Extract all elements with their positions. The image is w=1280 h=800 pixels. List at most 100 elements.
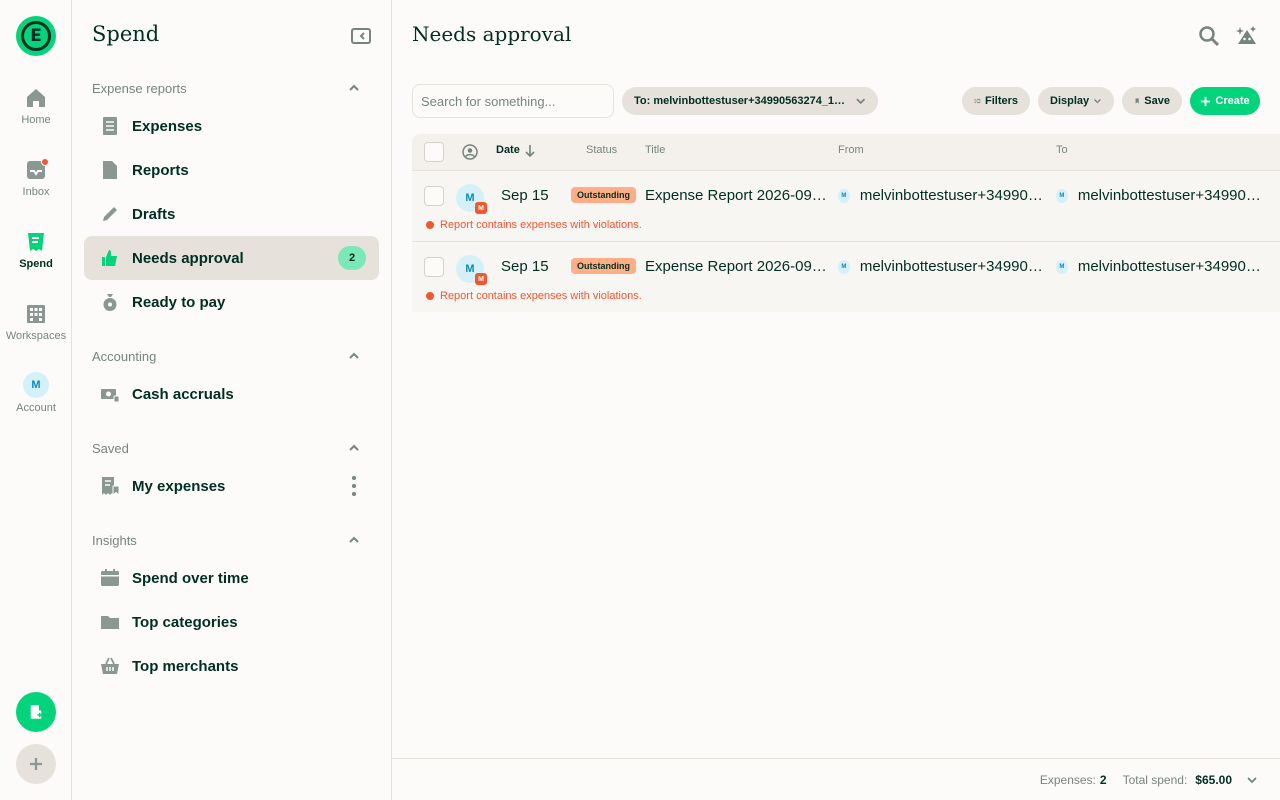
section-expense-reports[interactable]: Expense reports <box>92 78 360 98</box>
save-label: Save <box>1144 95 1170 107</box>
create-label: Create <box>1215 95 1250 107</box>
avatar-initial: M <box>465 192 475 204</box>
arrow-down-icon <box>525 145 535 158</box>
receipt-icon <box>28 233 44 251</box>
search-input[interactable] <box>412 84 614 118</box>
to-avatar: M <box>1056 188 1068 203</box>
display-dropdown[interactable]: Display <box>1038 87 1114 115</box>
table-row[interactable]: M M Sep 15 Outstanding Expense Report 20… <box>412 170 1280 241</box>
from-avatar: M <box>838 259 850 274</box>
section-insights[interactable]: Insights <box>92 530 360 550</box>
cell-title: Expense Report 2026-09-15 <box>645 258 827 275</box>
home-icon <box>27 89 45 107</box>
sidebar-item-label: Top categories <box>132 613 238 631</box>
table-header: Date Status Title From To <box>412 134 1280 170</box>
row-checkbox[interactable] <box>424 257 444 277</box>
sidebar-item-label: Drafts <box>132 205 176 223</box>
rail-label-spend: Spend <box>19 258 53 270</box>
from-name: melvinbottestuser+34990563274 <box>859 258 1044 275</box>
sidebar-item-cash-accruals[interactable]: Cash accruals <box>84 372 379 416</box>
sidebar-item-needs-approval[interactable]: Needs approval 2 <box>84 236 379 280</box>
left-rail: E Home Inbox Spend Workspaces M Account <box>0 0 72 800</box>
sidebar-item-top-merchants[interactable]: Top merchants <box>84 644 379 688</box>
sidebar-item-my-expenses[interactable]: My expenses <box>84 464 379 508</box>
sidebar-item-spend-over-time[interactable]: Spend over time <box>84 556 379 600</box>
chevron-down-icon[interactable] <box>1246 774 1258 786</box>
filters-label: Filters <box>984 95 1018 107</box>
section-title: Accounting <box>92 348 157 364</box>
rail-item-workspaces[interactable]: Workspaces <box>0 302 72 366</box>
new-expense-button[interactable] <box>16 692 56 732</box>
cell-to: M melvinbottestuser+34990563274 <box>1056 187 1262 204</box>
error-dot-icon <box>426 221 434 229</box>
violation-text: Report contains expenses with violations… <box>440 219 642 231</box>
sidebar-item-reports[interactable]: Reports <box>84 148 379 192</box>
plus-icon <box>30 758 42 770</box>
display-label: Display <box>1050 95 1090 107</box>
quick-action-button[interactable] <box>16 744 56 784</box>
section-accounting[interactable]: Accounting <box>92 346 360 366</box>
total-spend-value: $65.00 <box>1195 772 1232 787</box>
section-saved[interactable]: Saved <box>92 438 360 458</box>
sidebar-item-expenses[interactable]: Expenses <box>84 104 379 148</box>
cash-icon <box>101 389 120 403</box>
sidebar-item-label: Reports <box>132 161 189 179</box>
logo-letter: E <box>21 21 51 51</box>
user-circle-icon <box>462 144 478 160</box>
cell-from: M melvinbottestuser+34990563274 <box>838 258 1044 275</box>
column-status[interactable]: Status <box>586 144 617 156</box>
cell-date: Sep 15 <box>501 258 549 275</box>
rail-item-home[interactable]: Home <box>0 86 72 150</box>
to-avatar: M <box>1056 259 1068 274</box>
save-search-button[interactable]: Save <box>1122 87 1182 115</box>
select-all-checkbox[interactable] <box>424 142 444 162</box>
filters-button[interactable]: Filters <box>962 87 1030 115</box>
to-name: melvinbottestuser+34990563274 <box>1077 258 1262 275</box>
column-to[interactable]: To <box>1056 144 1068 156</box>
expensify-logo[interactable]: E <box>16 16 56 56</box>
account-avatar: M <box>23 372 49 398</box>
needs-approval-count-badge: 2 <box>338 246 366 270</box>
table-row[interactable]: M M Sep 15 Outstanding Expense Report 20… <box>412 241 1280 312</box>
cell-date: Sep 15 <box>501 187 549 204</box>
section-title: Saved <box>92 440 129 456</box>
search-icon[interactable] <box>1197 24 1221 48</box>
collapse-sidebar-icon[interactable] <box>351 28 371 44</box>
row-checkbox[interactable] <box>424 186 444 206</box>
folder-icon <box>101 616 119 629</box>
rail-item-inbox[interactable]: Inbox <box>0 158 72 222</box>
column-title[interactable]: Title <box>645 144 665 156</box>
rail-label-inbox: Inbox <box>22 186 50 198</box>
workspace-avatar: M <box>475 273 487 285</box>
to-filter-dropdown[interactable]: To: melvinbottestuser+34990563274_1_w... <box>622 87 878 115</box>
basket-icon <box>101 657 119 674</box>
section-title: Expense reports <box>92 80 187 96</box>
chevron-up-icon <box>349 352 359 359</box>
concierge-icon[interactable] <box>1235 24 1259 48</box>
reports-table: Date Status Title From To M M Sep 15 Out… <box>412 134 1280 312</box>
violation-message: Report contains expenses with violations… <box>426 290 642 302</box>
rail-item-account[interactable]: M Account <box>0 372 72 436</box>
rail-label-account: Account <box>16 402 56 414</box>
column-from[interactable]: From <box>838 144 864 156</box>
sidebar-item-top-categories[interactable]: Top categories <box>84 600 379 644</box>
sidebar-item-label: Expenses <box>132 117 203 135</box>
cell-from: M melvinbottestuser+34990563274 <box>838 187 1044 204</box>
sidebar-item-ready-to-pay[interactable]: Ready to pay <box>84 280 379 324</box>
document-icon <box>103 161 117 179</box>
thumbs-up-icon <box>102 250 117 266</box>
column-date[interactable]: Date <box>496 144 520 156</box>
pencil-icon <box>103 207 117 221</box>
sidebar-item-label: Cash accruals <box>132 385 234 403</box>
row-avatar: M M <box>456 255 487 285</box>
bookmark-icon <box>1135 98 1139 104</box>
summary-footer: Expenses: 2 Total spend: $65.00 <box>392 758 1280 800</box>
chevron-up-icon <box>349 536 359 543</box>
rail-item-spend[interactable]: Spend <box>0 230 72 294</box>
sidebar-item-drafts[interactable]: Drafts <box>84 192 379 236</box>
cell-title: Expense Report 2026-09-15 <box>645 187 827 204</box>
create-button[interactable]: Create <box>1190 87 1260 115</box>
document-list-icon <box>103 117 117 135</box>
more-options-icon[interactable] <box>351 476 357 496</box>
section-title: Insights <box>92 532 137 548</box>
